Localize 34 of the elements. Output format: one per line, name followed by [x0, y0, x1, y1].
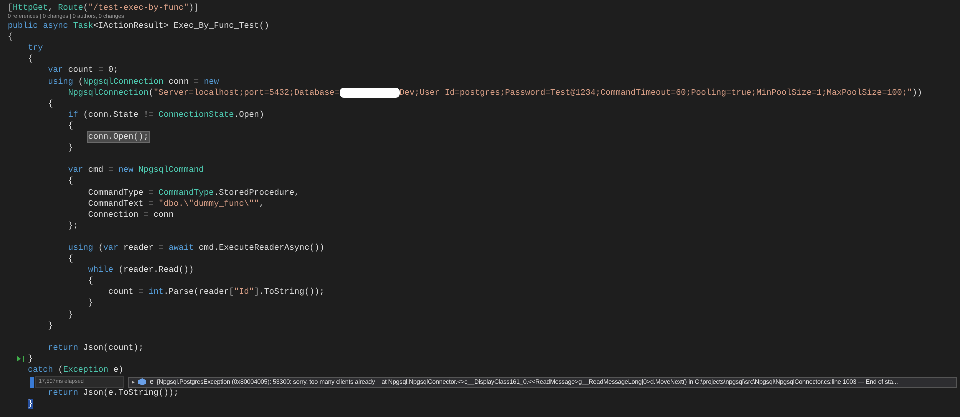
- code-line: CommandText = "dbo.\"dummy_func\"",: [87, 198, 264, 210]
- code-line: var count = 0;: [47, 65, 119, 77]
- code-line: {: [47, 98, 54, 110]
- code-line: }: [67, 310, 74, 321]
- code-line: catch (Exception e): [27, 365, 124, 376]
- code-line: return Json(count);: [47, 342, 144, 354]
- code-line: Dev;User Id=postgres;Password=Test@1234;CommandTimeout=60;Pooling=true;MinPoolSize=1;MaxPoolSize=100;")): [400, 88, 922, 99]
- code-line: using (var reader = await cmd.ExecuteReaderAsync()): [67, 242, 325, 254]
- code-line: }: [67, 143, 74, 154]
- code-line: };: [67, 220, 78, 232]
- code-line: {: [67, 120, 74, 132]
- code-line: }: [47, 320, 54, 332]
- code-line: Connection = conn: [87, 210, 174, 221]
- code-line: public async Task<IActionResult> Exec_By_Func_Test(): [8, 21, 270, 32]
- brace-highlight: [30, 376, 34, 388]
- code-line: CommandType = CommandType.StoredProcedure,: [87, 188, 300, 199]
- code-line: {: [87, 276, 94, 288]
- code-line: using (NpgsqlConnection conn = new: [47, 76, 220, 88]
- code-line: }: [27, 354, 34, 365]
- redaction-block: [340, 88, 400, 98]
- code-line: while (reader.Read()): [87, 265, 194, 276]
- code-line: var cmd = new NpgsqlCommand: [67, 165, 204, 176]
- code-line: NpgsqlConnection("Server=localhost;port=5432;Database=: [67, 88, 340, 99]
- code-line: {: [27, 54, 34, 66]
- code-line: if (conn.State != ConnectionState.Open): [67, 110, 264, 121]
- code-line: count = int.Parse(reader["Id"].ToString());: [108, 287, 325, 298]
- code-line: {: [67, 254, 74, 266]
- code-line: }: [87, 298, 94, 310]
- code-line: return Json(e.ToString());: [47, 388, 179, 400]
- code-line: [HttpGet, Route("/test-exec-by-func")]: [8, 3, 200, 14]
- code-line: try: [27, 43, 44, 54]
- object-icon: [138, 378, 148, 386]
- code-line: {: [8, 32, 14, 44]
- code-line: {: [67, 176, 74, 188]
